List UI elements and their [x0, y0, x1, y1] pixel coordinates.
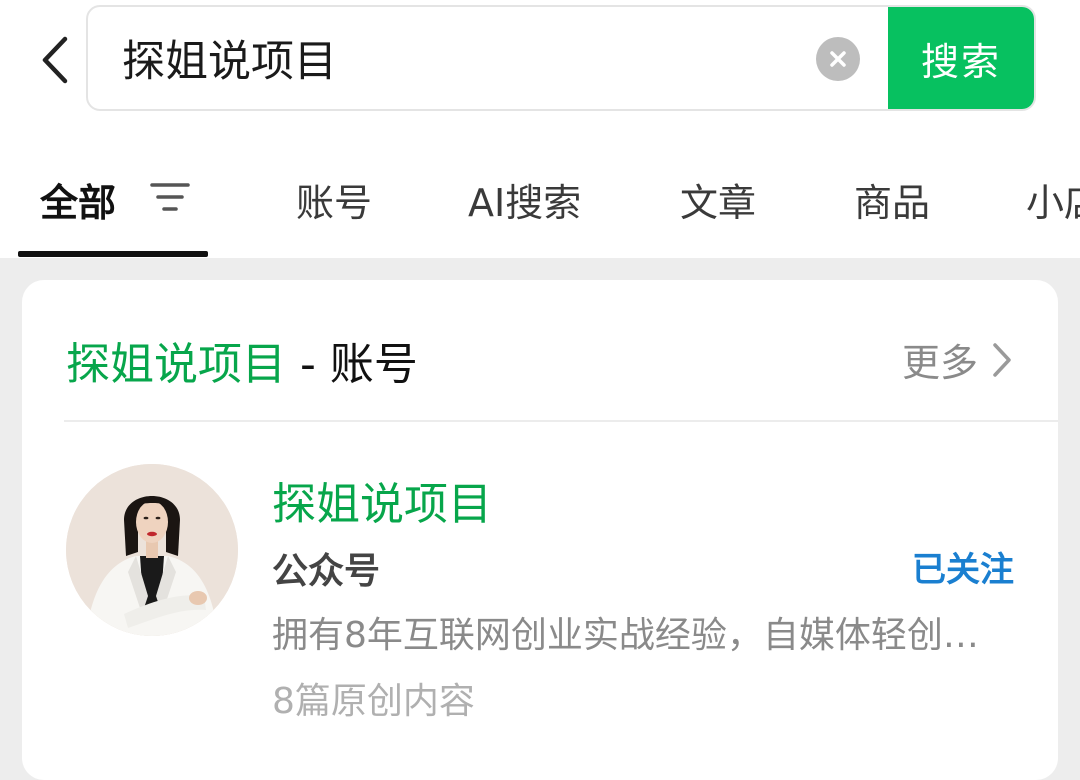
tab-accounts[interactable]: 账号: [296, 172, 372, 227]
original-content-count: 8篇原创内容: [272, 681, 475, 722]
tab-products[interactable]: 商品: [854, 172, 930, 227]
account-result-card: 探姐说项目 - 账号 更多 探姐说项目 公众号 已关注 拥有8年互联网创业实战经…: [22, 280, 1058, 780]
clear-search-button[interactable]: [816, 37, 860, 81]
active-tab-indicator: [18, 251, 208, 257]
section-suffix: - 账号: [286, 339, 418, 390]
follow-status-button[interactable]: 已关注: [912, 542, 1014, 591]
tab-stores[interactable]: 小店: [1026, 172, 1080, 227]
avatar[interactable]: [66, 464, 238, 636]
search-box: 搜索: [86, 5, 1036, 111]
avatar-photo: [66, 464, 238, 636]
account-name[interactable]: 探姐说项目: [272, 468, 492, 532]
clear-icon: [830, 51, 846, 67]
chevron-right-icon: [993, 342, 1011, 377]
divider: [64, 420, 1058, 422]
more-button[interactable]: 更多: [902, 332, 1012, 387]
result-tabs: 全部 账号 AI搜索 文章 商品 小店: [0, 150, 1080, 258]
account-type: 公众号: [272, 551, 381, 592]
search-input[interactable]: [122, 7, 802, 109]
filter-icon[interactable]: [150, 180, 190, 214]
more-label: 更多: [901, 341, 978, 385]
top-bar: 搜索 全部 账号 AI搜索 文章 商品 小店: [0, 0, 1080, 258]
tab-all[interactable]: 全部: [40, 172, 116, 227]
back-chevron-icon: [42, 36, 68, 84]
search-button[interactable]: 搜索: [888, 7, 1034, 109]
account-description: 拥有8年互联网创业实战经验，自媒体轻创业导师: [272, 615, 1014, 656]
tab-articles[interactable]: 文章: [680, 172, 756, 227]
section-query: 探姐说项目: [66, 339, 286, 390]
section-title: 探姐说项目 - 账号: [66, 328, 418, 392]
back-button[interactable]: [28, 28, 80, 92]
tab-ai-search[interactable]: AI搜索: [468, 172, 581, 227]
